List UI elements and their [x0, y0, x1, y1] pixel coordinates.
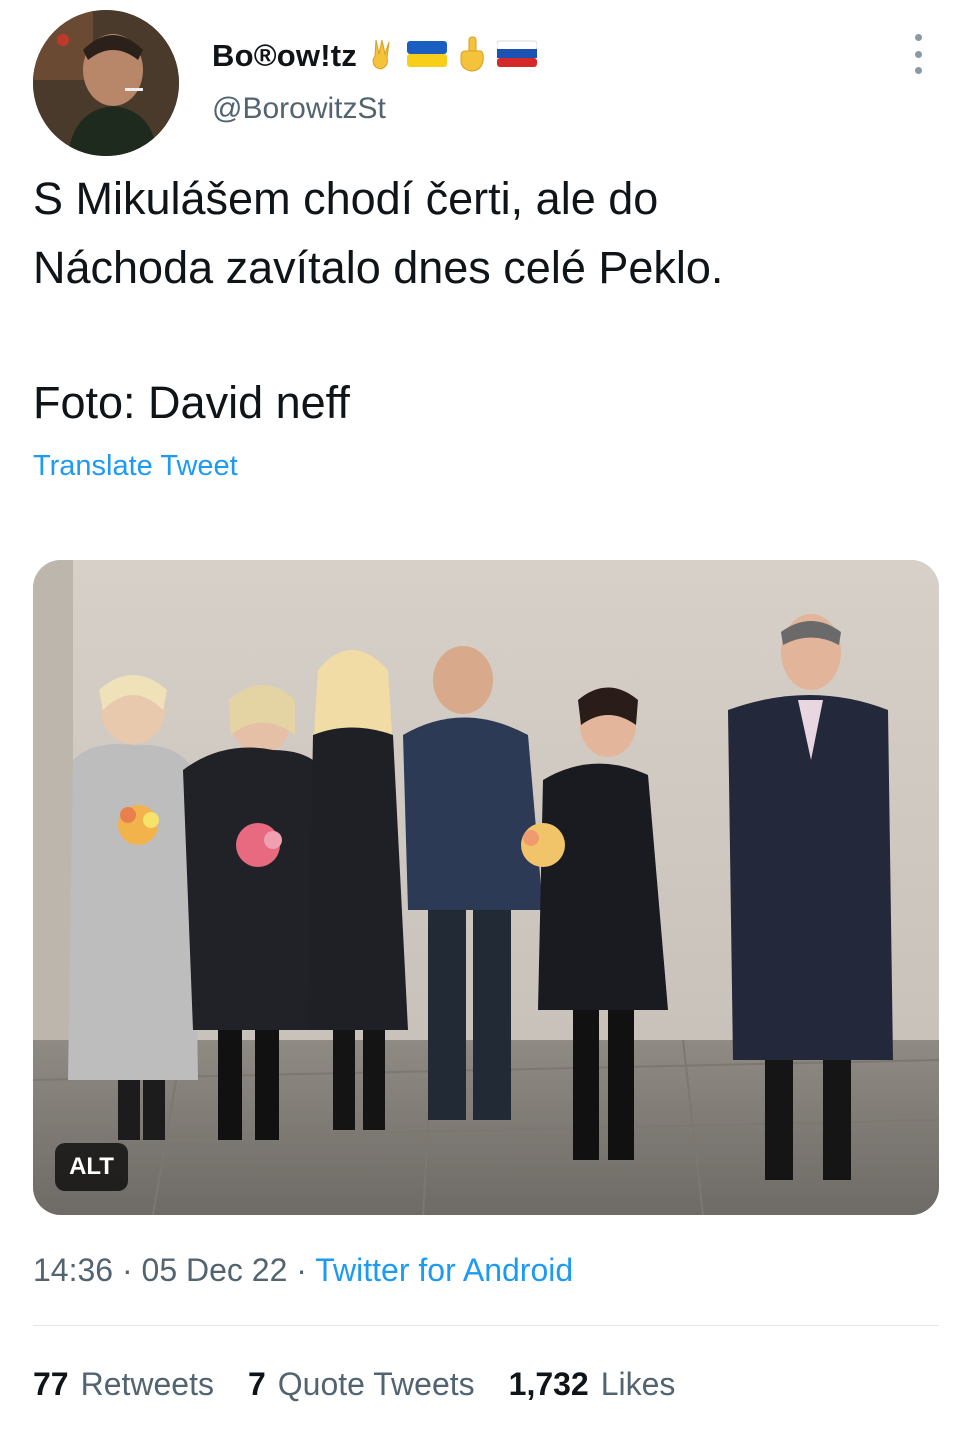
author-name-row: Bo®ow!tz: [212, 34, 538, 78]
middle-finger-emoji: [457, 35, 487, 78]
tweet-source-link[interactable]: Twitter for Android: [315, 1252, 573, 1288]
quote-tweets-stat[interactable]: 7 Quote Tweets: [248, 1366, 475, 1403]
retweets-label: Retweets: [80, 1366, 214, 1402]
tweet-text: S Mikulášem chodí čerti, ale do Náchoda …: [33, 164, 933, 437]
likes-stat[interactable]: 1,732 Likes: [509, 1366, 676, 1403]
author-display-name[interactable]: Bo®ow!tz: [212, 38, 357, 74]
tweet-time[interactable]: 14:36: [33, 1252, 113, 1288]
alt-text-button[interactable]: ALT: [55, 1143, 128, 1191]
retweets-count: 77: [33, 1366, 69, 1402]
author-avatar[interactable]: [33, 10, 179, 156]
likes-label: Likes: [600, 1366, 676, 1402]
retweets-stat[interactable]: 77 Retweets: [33, 1366, 214, 1403]
divider: [33, 1325, 939, 1326]
tweet-stats: 77 Retweets 7 Quote Tweets 1,732 Likes: [33, 1366, 675, 1403]
tweet-date[interactable]: 05 Dec 22: [142, 1252, 288, 1288]
translate-tweet-link[interactable]: Translate Tweet: [33, 450, 238, 483]
quote-tweets-count: 7: [247, 1366, 266, 1402]
avatar-photo: [33, 10, 179, 156]
more-options-icon[interactable]: [906, 34, 930, 74]
tweet-line: Náchoda zavítalo dnes celé Peklo.: [33, 242, 724, 293]
group-photo-image: [33, 560, 939, 1215]
tweet-line: S Mikulášem chodí čerti, ale do: [33, 173, 659, 224]
likes-count: 1,732: [508, 1366, 589, 1402]
tweet-photo[interactable]: ALT: [33, 560, 939, 1215]
meta-separator: ·: [287, 1252, 316, 1288]
russia-flag-emoji: [496, 39, 538, 74]
ukraine-flag-emoji: [406, 39, 447, 74]
tweet-meta: 14:36 · 05 Dec 22 · Twitter for Android: [33, 1252, 573, 1289]
author-handle[interactable]: @BorowitzSt: [212, 92, 386, 126]
quote-tweets-label: Quote Tweets: [277, 1366, 475, 1402]
meta-separator: ·: [113, 1252, 142, 1288]
peace-hand-emoji: [367, 36, 397, 77]
tweet-line: Foto: David neff: [33, 377, 350, 428]
